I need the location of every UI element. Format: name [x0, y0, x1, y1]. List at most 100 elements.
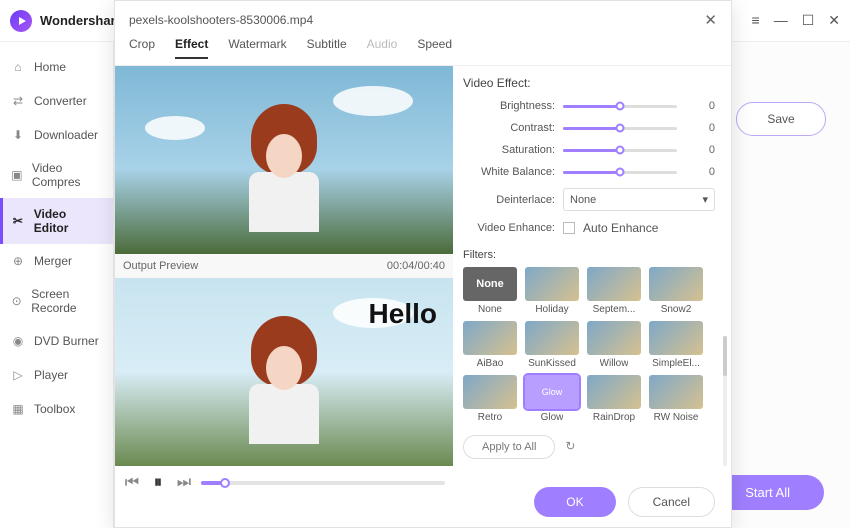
- app-logo-icon: [10, 10, 32, 32]
- filter-label: Glow: [541, 412, 564, 423]
- filter-thumb: [649, 375, 703, 409]
- timeline-slider[interactable]: [201, 481, 445, 485]
- dvd-icon: ◉: [10, 333, 26, 349]
- sidebar-item-label: Video Editor: [34, 207, 103, 235]
- deinterlace-select[interactable]: None ▾: [563, 188, 715, 211]
- sidebar-item-download[interactable]: ⬇ Downloader: [0, 118, 113, 152]
- filter-label: None: [478, 304, 502, 315]
- filter-label: SimpleEl...: [652, 358, 700, 369]
- sidebar-item-label: Toolbox: [34, 402, 75, 416]
- cancel-button[interactable]: Cancel: [628, 487, 715, 517]
- filter-raindrop[interactable]: RainDrop: [587, 375, 641, 423]
- video-enhance-label: Video Enhance:: [463, 222, 555, 234]
- brightness-label: Brightness:: [463, 100, 555, 112]
- close-button[interactable]: ✕: [828, 12, 840, 29]
- tab-effect[interactable]: Effect: [175, 37, 208, 59]
- filter-rwnoise[interactable]: RW Noise: [649, 375, 703, 423]
- editor-icon: ✂: [10, 213, 26, 229]
- next-button[interactable]: ⏭: [175, 474, 193, 492]
- whitebalance-slider[interactable]: [563, 171, 677, 174]
- pause-button[interactable]: ⏸: [149, 474, 167, 492]
- sidebar: ⌂ Home ⇄Converter ⬇ Downloader ▣ Video Compres…: [0, 42, 114, 528]
- ok-button[interactable]: OK: [534, 487, 615, 517]
- saturation-value: 0: [685, 144, 715, 156]
- contrast-value: 0: [685, 122, 715, 134]
- modal-close-button[interactable]: ✕: [704, 11, 717, 29]
- filter-snow2[interactable]: Snow2: [649, 267, 703, 315]
- sidebar-item-editor[interactable]: ✂ Video Editor: [0, 198, 113, 244]
- sidebar-item-converter[interactable]: ⇄Converter: [0, 84, 113, 118]
- filter-thumb: [525, 321, 579, 355]
- player-icon: ▷: [10, 367, 26, 383]
- filter-septem[interactable]: Septem...: [587, 267, 641, 315]
- chevron-down-icon: ▾: [702, 193, 708, 206]
- tab-speed[interactable]: Speed: [417, 37, 452, 59]
- toolbox-icon: ▦: [10, 401, 26, 417]
- home-icon: ⌂: [10, 59, 26, 75]
- overlay-text: Hello: [369, 298, 437, 330]
- timecode: 00:04/00:40: [387, 260, 445, 272]
- sidebar-item-label: Player: [34, 368, 68, 382]
- sidebar-item-player[interactable]: ▷ Player: [0, 358, 113, 392]
- saturation-slider[interactable]: [563, 149, 677, 152]
- filter-thumb: None: [463, 267, 517, 301]
- tab-crop[interactable]: Crop: [129, 37, 155, 59]
- download-icon: ⬇: [10, 127, 26, 143]
- apply-to-all-button[interactable]: Apply to All: [463, 435, 555, 459]
- tab-audio: Audio: [367, 37, 398, 59]
- filter-label: AiBao: [477, 358, 504, 369]
- filters-scrollbar[interactable]: [723, 336, 727, 466]
- filter-thumb: [649, 267, 703, 301]
- sidebar-item-label: Home: [34, 60, 66, 74]
- filter-sunkissed[interactable]: SunKissed: [525, 321, 579, 369]
- deinterlace-value: None: [570, 194, 596, 206]
- filter-label: Septem...: [593, 304, 636, 315]
- filter-thumb: [463, 321, 517, 355]
- converter-icon: ⇄: [10, 93, 26, 109]
- merger-icon: ⊕: [10, 253, 26, 269]
- tab-subtitle[interactable]: Subtitle: [307, 37, 347, 59]
- filter-thumb: [463, 375, 517, 409]
- filter-holiday[interactable]: Holiday: [525, 267, 579, 315]
- contrast-slider[interactable]: [563, 127, 677, 130]
- sidebar-item-compress[interactable]: ▣ Video Compres: [0, 152, 113, 198]
- auto-enhance-checkbox[interactable]: [563, 222, 575, 234]
- filter-thumb: [587, 375, 641, 409]
- filter-thumb: [649, 321, 703, 355]
- sidebar-item-merger[interactable]: ⊕Merger: [0, 244, 113, 278]
- refresh-icon[interactable]: ↻: [565, 439, 581, 455]
- save-button[interactable]: Save: [736, 102, 826, 136]
- filter-glow[interactable]: GlowGlow: [525, 375, 579, 423]
- filter-label: Holiday: [535, 304, 568, 315]
- modal-tabs: Crop Effect Watermark Subtitle Audio Speed: [115, 29, 731, 66]
- menu-icon[interactable]: ≡: [752, 12, 760, 29]
- brightness-slider[interactable]: [563, 105, 677, 108]
- tab-watermark[interactable]: Watermark: [228, 37, 286, 59]
- filter-aibao[interactable]: AiBao: [463, 321, 517, 369]
- output-preview: Hello: [115, 278, 453, 466]
- filters-grid: None None Holiday Septem... Snow2 AiBao SunKis…: [463, 267, 715, 423]
- whitebalance-label: White Balance:: [463, 166, 555, 178]
- sidebar-item-dvd[interactable]: ◉ DVD Burner: [0, 324, 113, 358]
- filter-label: Willow: [600, 358, 629, 369]
- sidebar-item-home[interactable]: ⌂ Home: [0, 50, 113, 84]
- filter-willow[interactable]: Willow: [587, 321, 641, 369]
- filter-label: SunKissed: [528, 358, 576, 369]
- filter-none[interactable]: None None: [463, 267, 517, 315]
- filter-retro[interactable]: Retro: [463, 375, 517, 423]
- filter-thumb: [587, 267, 641, 301]
- sidebar-item-label: Video Compres: [32, 161, 103, 189]
- contrast-label: Contrast:: [463, 122, 555, 134]
- filter-label: RW Noise: [654, 412, 699, 423]
- compress-icon: ▣: [10, 167, 24, 183]
- filter-simpleel[interactable]: SimpleEl...: [649, 321, 703, 369]
- maximize-button[interactable]: ☐: [802, 12, 815, 29]
- prev-button[interactable]: ⏮: [123, 474, 141, 492]
- minimize-button[interactable]: —: [774, 12, 788, 29]
- sidebar-item-recorder[interactable]: ⊙Screen Recorde: [0, 278, 113, 324]
- sidebar-item-label: Screen Recorde: [31, 287, 103, 315]
- sidebar-item-toolbox[interactable]: ▦ Toolbox: [0, 392, 113, 426]
- original-preview: [115, 66, 453, 254]
- sidebar-item-label: DVD Burner: [34, 334, 99, 348]
- sidebar-item-label: Downloader: [34, 128, 98, 142]
